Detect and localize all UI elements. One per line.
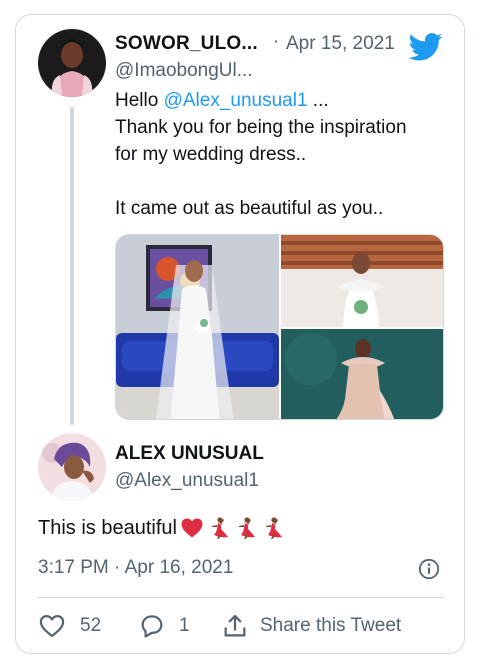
avatar-parent[interactable]	[38, 29, 106, 97]
like-count[interactable]: 52	[80, 615, 101, 637]
parent-handle[interactable]: @ImaobongUl...	[115, 60, 253, 82]
dancer-icon	[234, 516, 258, 540]
twitter-bird-icon[interactable]	[408, 33, 443, 61]
dancer-icon	[207, 516, 231, 540]
dancer-icon	[261, 516, 285, 540]
heart-icon[interactable]	[38, 612, 66, 640]
reply-handle[interactable]: @Alex_unusual1	[115, 470, 259, 492]
avatar-reply[interactable]	[38, 433, 106, 501]
mention-link[interactable]: @Alex_unusual1	[164, 90, 308, 111]
thread-connector-line	[70, 107, 74, 425]
reply-text: This is beautiful	[38, 516, 177, 539]
parent-display-name[interactable]: SOWOR_ULO...	[115, 33, 258, 55]
reply-count[interactable]: 1	[179, 615, 190, 637]
share-tweet-label[interactable]: Share this Tweet	[260, 615, 401, 637]
tweet-embed-card: SOWOR_ULO... · Apr 15, 2021 @ImaobongUl.…	[15, 14, 465, 654]
share-upload-icon[interactable]	[221, 612, 249, 640]
greeting-text: Hello	[115, 90, 164, 111]
parent-date[interactable]: Apr 15, 2021	[286, 33, 395, 55]
text-gap	[115, 168, 445, 195]
tweet-text-line: Hello @Alex_unusual1 ...	[115, 87, 445, 114]
bride-photo-top-right[interactable]	[281, 235, 443, 327]
bride-photo-bottom-right[interactable]	[281, 329, 443, 419]
ellipsis-text: ...	[307, 90, 329, 111]
info-icon[interactable]	[418, 558, 440, 580]
reply-timestamp[interactable]: 3:17 PM · Apr 16, 2021	[38, 557, 233, 579]
red-heart-icon	[180, 516, 204, 540]
tweet-text-line: Thank you for being the inspiration	[115, 117, 407, 138]
reply-display-name[interactable]: ALEX UNUSUAL	[115, 443, 264, 465]
actions-divider	[38, 597, 444, 598]
parent-tweet-text: Hello @Alex_unusual1 ... Thank you for b…	[115, 87, 445, 222]
tweet-text-line: It came out as beautiful as you..	[115, 198, 384, 219]
media-grid	[115, 234, 444, 420]
parent-separator: ·	[273, 31, 280, 52]
bride-photo-left[interactable]	[116, 235, 279, 419]
tweet-text-line: for my wedding dress..	[115, 144, 307, 165]
reply-tweet-text: This is beautiful	[38, 516, 285, 540]
reply-bubble-icon[interactable]	[138, 612, 166, 640]
action-bar: 52 1 Share this Tweet	[38, 612, 444, 640]
